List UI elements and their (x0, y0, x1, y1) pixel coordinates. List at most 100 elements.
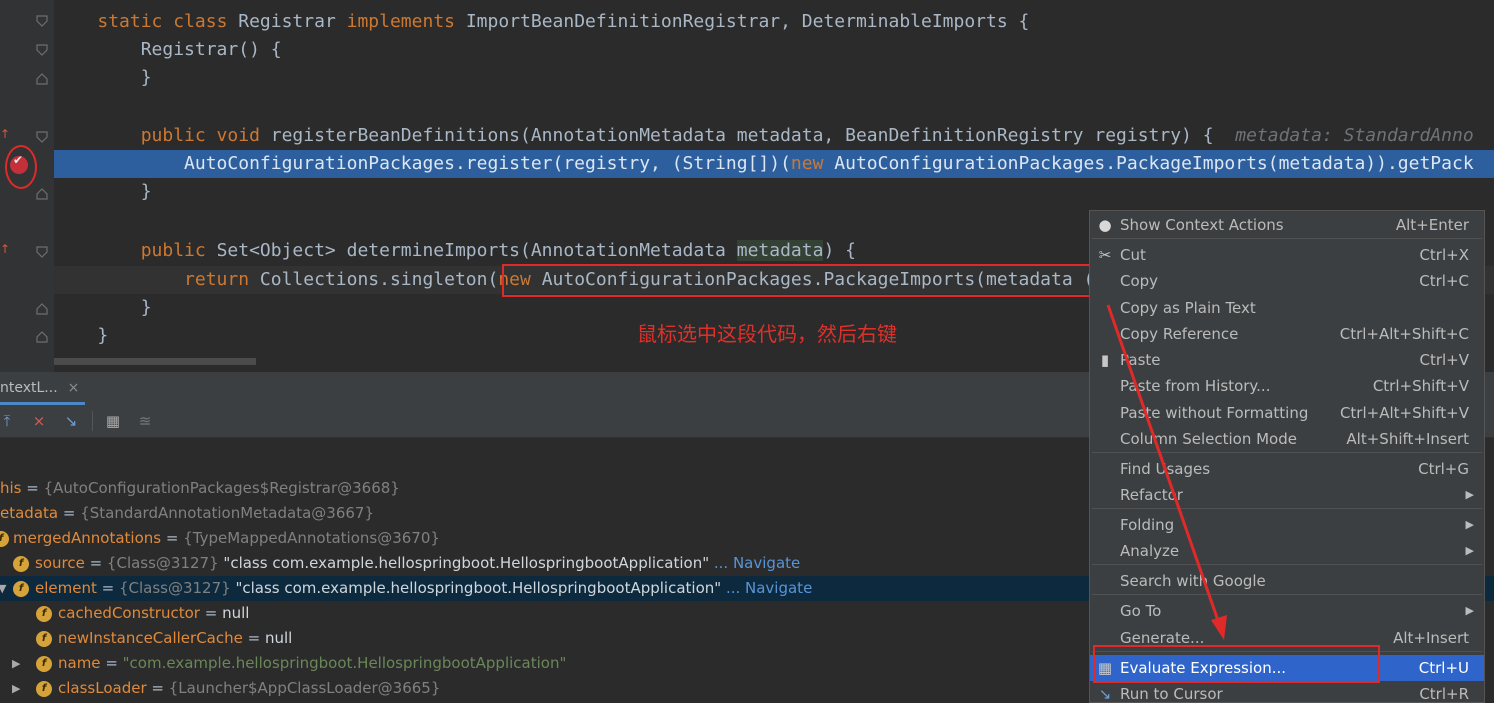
menu-item-label: Copy Reference (1120, 325, 1239, 343)
variable-content: his = {AutoConfigurationPackages$Registr… (0, 476, 400, 501)
submenu-arrow-icon: ▶ (1465, 544, 1474, 557)
menu-separator (1092, 564, 1482, 565)
menu-item-show-context-actions[interactable]: ● Show Context Actions Alt+Enter (1090, 212, 1484, 238)
menu-item-shortcut: Alt+Enter (1395, 216, 1469, 234)
highlighted-variable: metadata (736, 240, 824, 261)
fold-marker-icon[interactable] (36, 246, 48, 258)
variable-name: name (58, 654, 101, 672)
expand-arrow-icon[interactable]: ▶ (12, 676, 20, 701)
menu-item-shortcut: Alt+Shift+Insert (1346, 430, 1469, 448)
variable-content: cachedConstructor = null (58, 601, 249, 626)
variable-equals: = (58, 504, 81, 522)
menu-item-search-with-google[interactable]: Search with Google (1090, 568, 1484, 594)
variable-string-value: "com.example.hellospringboot.Hellospring… (122, 654, 567, 672)
step-out-icon[interactable]: ⤒ (0, 412, 16, 430)
evaluate-expression-annotation-box (1093, 645, 1380, 683)
fold-end-marker-icon[interactable] (36, 331, 48, 343)
variable-string: "class com.example.hellospringboot.Hello… (223, 554, 710, 572)
navigate-link[interactable]: ... Navigate (709, 554, 800, 572)
variable-equals: = (21, 479, 44, 497)
code-line-3[interactable]: } (54, 64, 1494, 92)
menu-item-label: Find Usages (1120, 460, 1211, 478)
implements-arrow-icon[interactable]: ↑ (0, 128, 10, 140)
variable-name: etadata (0, 504, 59, 522)
variable-type: {Launcher$AppClassLoader@3665} (168, 679, 441, 697)
menu-item-shortcut: Ctrl+Alt+Shift+C (1339, 325, 1469, 343)
menu-item-go-to[interactable]: Go To ▶ (1090, 598, 1484, 624)
variable-name: classLoader (58, 679, 147, 697)
fold-marker-icon[interactable] (36, 131, 48, 143)
field-icon: f (0, 531, 9, 547)
horizontal-scrollbar[interactable] (54, 358, 256, 365)
menu-item-label: Go To (1120, 602, 1162, 620)
close-icon[interactable]: × (68, 380, 80, 396)
run-to-cursor-icon[interactable]: ↘ (62, 412, 80, 430)
variable-content: mergedAnnotations = {TypeMappedAnnotatio… (13, 526, 440, 551)
menu-item-cut[interactable]: ✂ Cut Ctrl+X (1090, 242, 1484, 268)
menu-item-paste-without-formatting[interactable]: Paste without Formatting Ctrl+Alt+Shift+V (1090, 400, 1484, 426)
menu-item-analyze[interactable]: Analyze ▶ (1090, 538, 1484, 564)
code-text: } (140, 297, 152, 318)
code-text: Collections.singleton( (259, 269, 499, 290)
code-line-6-execution-point[interactable]: AutoConfigurationPackages.register(regis… (54, 150, 1494, 178)
menu-item-run-to-cursor[interactable]: ↘ Run to Cursor Ctrl+R (1090, 681, 1484, 703)
variable-type: {TypeMappedAnnotations@3670} (183, 529, 440, 547)
implements-arrow-icon[interactable]: ↑ (0, 243, 10, 255)
code-line-7[interactable]: } (54, 178, 1494, 206)
menu-item-refactor[interactable]: Refactor ▶ (1090, 482, 1484, 508)
calculator-icon[interactable]: ▦ (104, 412, 122, 430)
variable-content: newInstanceCallerCache = null (58, 626, 292, 651)
expand-arrow-icon[interactable]: ▶ (12, 651, 20, 676)
menu-item-folding[interactable]: Folding ▶ (1090, 512, 1484, 538)
menu-item-label: Refactor (1120, 486, 1183, 504)
debug-tab[interactable]: ntextL... × (0, 372, 86, 405)
keyword: public (140, 240, 217, 261)
variable-name: mergedAnnotations (13, 529, 162, 547)
fold-marker-icon[interactable] (36, 44, 48, 56)
fold-end-marker-icon[interactable] (36, 188, 48, 200)
code-line-5[interactable]: public void registerBeanDefinitions(Anno… (54, 122, 1494, 150)
code-text: ImportBeanDefinitionRegistrar, Determina… (465, 11, 1030, 32)
trace-icon[interactable]: ≊ (136, 412, 154, 430)
keyword: return (184, 269, 260, 290)
menu-item-copy-as-plain-text[interactable]: Copy as Plain Text (1090, 295, 1484, 321)
menu-item-paste-from-history[interactable]: Paste from History... Ctrl+Shift+V (1090, 373, 1484, 399)
code-text: } (97, 325, 109, 346)
drop-frame-icon[interactable]: ⨯ (30, 412, 48, 430)
variable-equals: = (161, 529, 184, 547)
variable-name: newInstanceCallerCache (58, 629, 243, 647)
navigate-link[interactable]: ... Navigate (721, 579, 812, 597)
fold-end-marker-icon[interactable] (36, 303, 48, 315)
variable-name: cachedConstructor (58, 604, 200, 622)
code-line-2[interactable]: Registrar() { (54, 36, 1494, 64)
menu-item-find-usages[interactable]: Find Usages Ctrl+G (1090, 456, 1484, 482)
field-icon: f (13, 556, 29, 572)
fold-end-marker-icon[interactable] (36, 73, 48, 85)
menu-item-label: Copy (1120, 272, 1159, 290)
menu-item-column-selection-mode[interactable]: Column Selection Mode Alt+Shift+Insert (1090, 426, 1484, 452)
code-text: AutoConfigurationPackages.PackageImports… (834, 153, 1474, 174)
variable-equals: = (199, 604, 223, 622)
submenu-arrow-icon: ▶ (1465, 488, 1474, 501)
menu-item-copy-reference[interactable]: Copy Reference Ctrl+Alt+Shift+C (1090, 321, 1484, 347)
toolbar-separator (92, 411, 93, 431)
menu-item-copy[interactable]: Copy Ctrl+C (1090, 268, 1484, 294)
menu-separator (1092, 508, 1482, 509)
fold-marker-icon[interactable] (36, 15, 48, 27)
code-text: ) { (823, 240, 856, 261)
field-icon: f (36, 631, 52, 647)
menu-item-shortcut: Ctrl+Shift+V (1372, 377, 1469, 395)
variable-content: name = "com.example.hellospringboot.Hell… (58, 651, 566, 676)
menu-item-label: Folding (1120, 516, 1175, 534)
inline-debug-hint: metadata: StandardAnno (1235, 125, 1474, 146)
code-line-1[interactable]: static class Registrar implements Import… (54, 8, 1494, 36)
menu-item-label: Run to Cursor (1120, 685, 1223, 703)
menu-item-label: Paste (1120, 351, 1161, 369)
menu-item-paste[interactable]: ▮ Paste Ctrl+V (1090, 347, 1484, 373)
collapse-arrow-icon[interactable]: ▼ (0, 576, 6, 601)
code-text: Registrar() { (140, 39, 282, 60)
menu-separator (1092, 452, 1482, 453)
menu-item-label: Paste without Formatting (1120, 404, 1309, 422)
submenu-arrow-icon: ▶ (1465, 518, 1474, 531)
menu-item-shortcut: Ctrl+G (1418, 460, 1469, 478)
